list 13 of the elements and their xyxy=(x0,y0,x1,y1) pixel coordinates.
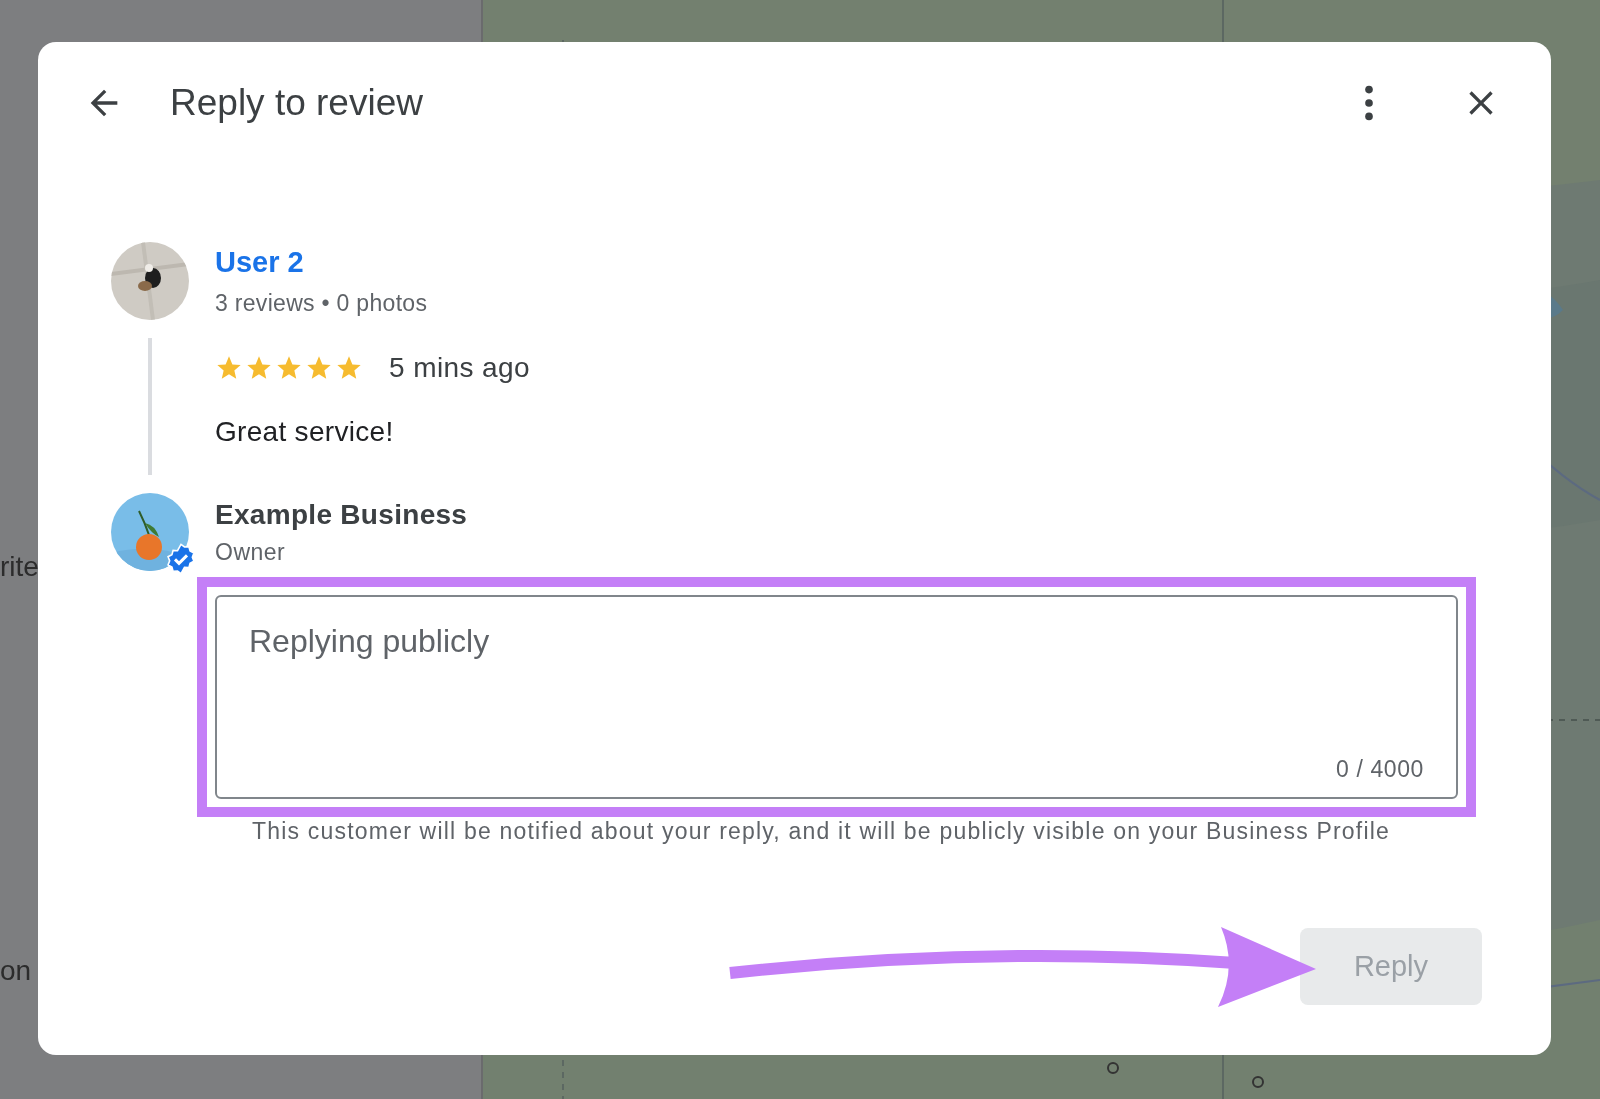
business-name: Example Business xyxy=(215,498,468,532)
side-text: rite xyxy=(0,550,39,584)
more-options-icon xyxy=(1364,85,1374,121)
reviewer-name[interactable]: User 2 xyxy=(215,244,304,280)
reviewer-stats: 3 reviews • 0 photos xyxy=(215,289,428,318)
review-time: 5 mins ago xyxy=(389,352,530,384)
reply-field[interactable]: Replying publicly 0 / 4000 xyxy=(215,595,1458,799)
dialog-title: Reply to review xyxy=(170,82,424,124)
review-text: Great service! xyxy=(215,415,394,449)
character-counter: 0 / 4000 xyxy=(1336,756,1424,783)
owner-label: Owner xyxy=(215,538,286,567)
side-text: on xyxy=(0,954,32,988)
notice-text: This customer will be notified about your reply, and it will be publicly visible on your Business Profile xyxy=(252,817,1391,845)
